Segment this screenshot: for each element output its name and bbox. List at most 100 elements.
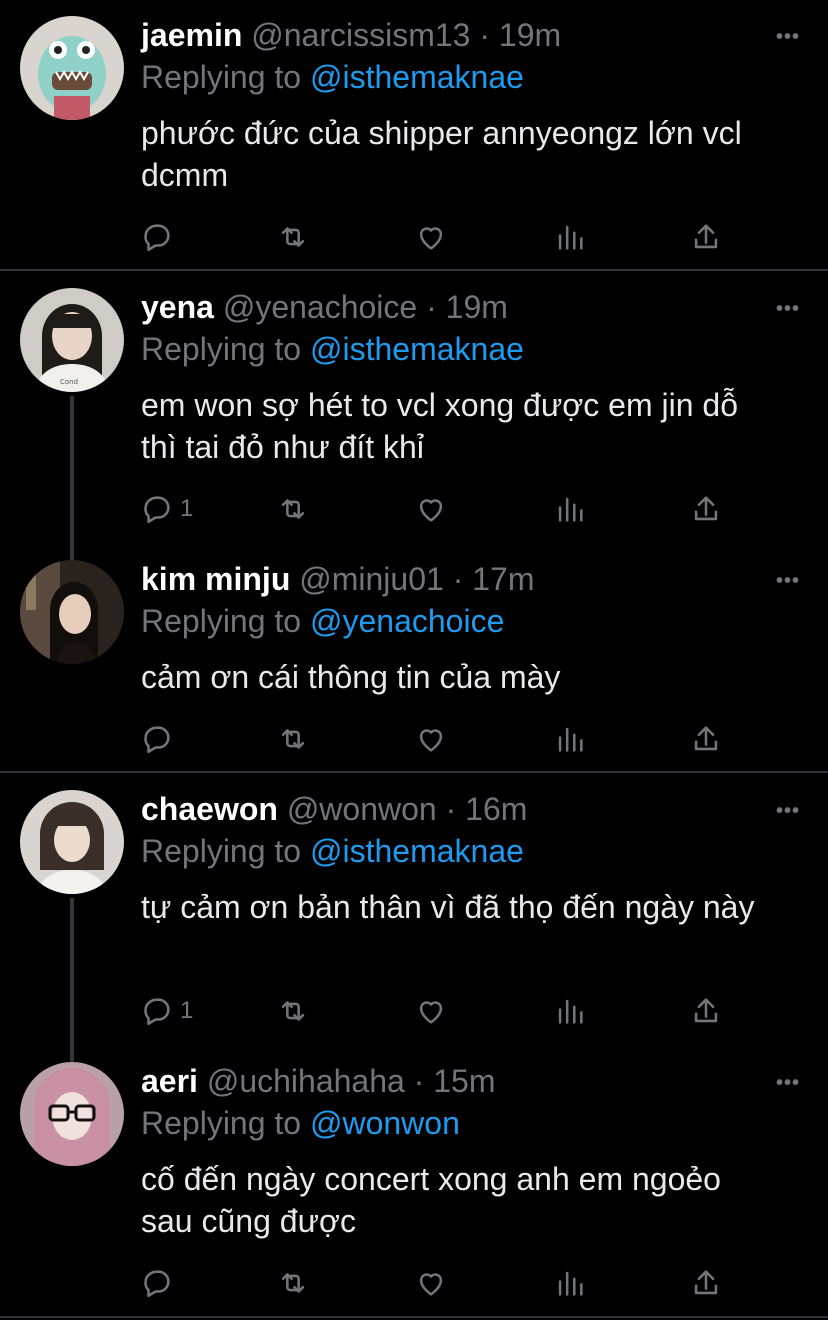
share-button[interactable]: [689, 991, 723, 1031]
reply-icon: [144, 1270, 170, 1298]
avatar[interactable]: Cond: [20, 288, 124, 392]
share-button[interactable]: [689, 489, 723, 529]
tweet[interactable]: aeri @uchihahaha · 15m ••• Replying to @…: [0, 1045, 828, 1315]
replying-mention[interactable]: @wonwon: [310, 1105, 460, 1141]
retweet-button[interactable]: [276, 719, 310, 759]
tweet[interactable]: Cond yena @yenachoice · 19m ••• Replying…: [0, 271, 828, 541]
analytics-icon: [558, 497, 583, 522]
like-button[interactable]: [414, 217, 448, 257]
reply-button[interactable]: 1: [140, 991, 193, 1031]
share-button[interactable]: [689, 719, 723, 759]
analytics-icon: [558, 727, 583, 752]
timestamp[interactable]: 16m: [465, 791, 527, 827]
analytics-button[interactable]: [553, 991, 587, 1031]
more-icon[interactable]: •••: [776, 1072, 800, 1095]
author-handle[interactable]: @uchihahaha: [207, 1063, 405, 1099]
more-icon[interactable]: •••: [776, 26, 800, 49]
tweet-text: cố đến ngày concert xong anh em ngoẻo sa…: [141, 1161, 721, 1239]
like-icon: [419, 227, 443, 250]
retweet-button[interactable]: [276, 217, 310, 257]
reply-button[interactable]: 1: [140, 489, 193, 529]
author-name[interactable]: kim minju: [141, 561, 290, 597]
retweet-button[interactable]: [276, 1263, 310, 1303]
separator-dot: ·: [426, 289, 437, 325]
avatar[interactable]: [20, 790, 124, 894]
reply-icon: [144, 726, 170, 754]
reply-icon: [144, 224, 170, 252]
timestamp[interactable]: 19m: [446, 289, 508, 325]
author-handle[interactable]: @wonwon: [287, 791, 437, 827]
separator-dot: ·: [413, 1063, 425, 1099]
author-handle[interactable]: @minju01: [299, 561, 444, 597]
timestamp[interactable]: 19m: [499, 17, 561, 53]
action-bar: 1: [140, 991, 740, 1031]
timestamp[interactable]: 15m: [433, 1063, 495, 1099]
author-handle[interactable]: @narcissism13: [251, 17, 470, 53]
analytics-button[interactable]: [553, 489, 587, 529]
replying-mention[interactable]: @isthemaknae: [310, 59, 524, 95]
like-icon: [419, 1273, 443, 1296]
retweet-icon: [281, 729, 305, 749]
action-bar: [140, 217, 740, 257]
reply-button[interactable]: [140, 1263, 180, 1303]
replying-label: Replying to: [141, 331, 302, 367]
like-button[interactable]: [414, 1263, 448, 1303]
share-icon: [694, 1270, 718, 1295]
analytics-icon: [558, 999, 583, 1024]
tweet-text: cảm ơn cái thông tin của mày: [141, 659, 561, 695]
tweet[interactable]: kim minju @minju01 · 17m ••• Replying to…: [0, 543, 828, 773]
analytics-button[interactable]: [553, 217, 587, 257]
share-button[interactable]: [689, 217, 723, 257]
share-button[interactable]: [689, 1263, 723, 1303]
author-name[interactable]: chaewon: [141, 791, 278, 827]
separator-dot: ·: [479, 17, 491, 53]
retweet-icon: [281, 227, 305, 247]
more-icon[interactable]: •••: [776, 570, 800, 593]
author-name[interactable]: jaemin: [141, 17, 242, 53]
like-button[interactable]: [414, 991, 448, 1031]
more-icon[interactable]: •••: [776, 800, 800, 823]
replying-label: Replying to: [141, 1105, 302, 1141]
author-name[interactable]: aeri: [141, 1063, 198, 1099]
reply-button[interactable]: [140, 217, 180, 257]
retweet-icon: [281, 1273, 305, 1293]
tweet-text: tự cảm ơn bản thân vì đã thọ đến ngày nà…: [141, 889, 755, 925]
analytics-icon: [558, 1271, 583, 1296]
reply-button[interactable]: [140, 719, 180, 759]
svg-text:Cond: Cond: [60, 378, 78, 386]
avatar[interactable]: [20, 560, 124, 664]
separator-dot: ·: [445, 791, 457, 827]
avatar[interactable]: [20, 1062, 124, 1166]
share-icon: [694, 998, 718, 1023]
tweet[interactable]: jaemin @narcissism13 · 19m ••• Replying …: [0, 0, 828, 270]
share-icon: [694, 496, 718, 521]
author-name[interactable]: yena: [141, 289, 214, 325]
more-icon[interactable]: •••: [776, 298, 800, 321]
replying-label: Replying to: [141, 603, 302, 639]
analytics-button[interactable]: [553, 719, 587, 759]
retweet-button[interactable]: [276, 489, 310, 529]
action-bar: 1: [140, 489, 740, 529]
replying-to: Replying to @isthemaknae: [141, 833, 524, 869]
analytics-icon: [558, 225, 583, 250]
replying-mention[interactable]: @yenachoice: [310, 603, 504, 639]
retweet-button[interactable]: [276, 991, 310, 1031]
reply-icon: [144, 998, 170, 1026]
replying-to: Replying to @wonwon: [141, 1105, 460, 1141]
tweet[interactable]: chaewon @wonwon · 16m ••• Replying to @i…: [0, 773, 828, 1043]
timestamp[interactable]: 17m: [472, 561, 534, 597]
action-bar: [140, 719, 740, 759]
replying-mention[interactable]: @isthemaknae: [310, 833, 524, 869]
like-button[interactable]: [414, 719, 448, 759]
retweet-icon: [281, 499, 305, 519]
tweet-text: phước đức của shipper annyeongz lớn vcl …: [141, 115, 742, 193]
like-button[interactable]: [414, 489, 448, 529]
replying-mention[interactable]: @isthemaknae: [310, 331, 524, 367]
analytics-button[interactable]: [553, 1263, 587, 1303]
replying-to: Replying to @isthemaknae: [141, 59, 524, 95]
avatar[interactable]: [20, 16, 124, 120]
reply-icon: [144, 496, 170, 524]
action-bar: [140, 1263, 740, 1303]
separator-dot: ·: [452, 561, 464, 597]
author-handle[interactable]: @yenachoice: [223, 289, 417, 325]
